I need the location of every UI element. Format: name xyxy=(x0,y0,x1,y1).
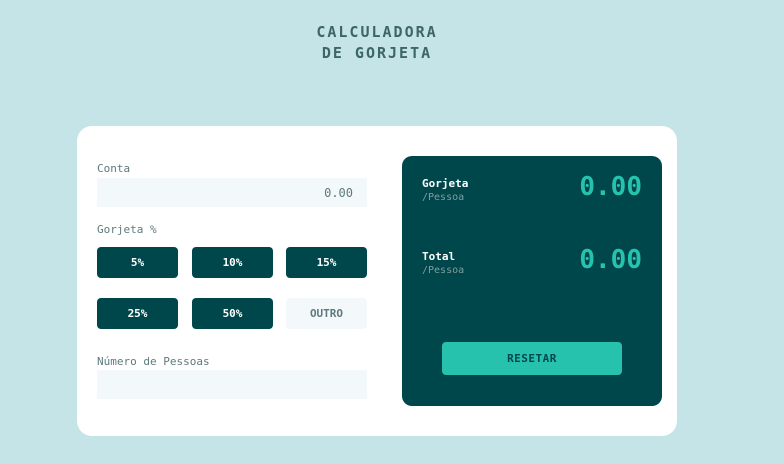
total-title: Total xyxy=(422,250,456,263)
bill-input[interactable] xyxy=(97,178,367,207)
tip-custom-input[interactable] xyxy=(286,298,367,329)
tip-button-50[interactable]: 50% xyxy=(192,298,273,329)
tip-amount-value: 0.00 xyxy=(579,172,642,202)
tip-button-10[interactable]: 10% xyxy=(192,247,273,278)
calculator-card: Conta Gorjeta % 5% 10% 15% 25% 50% Númer… xyxy=(77,126,677,436)
people-label: Número de Pessoas xyxy=(97,355,210,368)
tip-button-5[interactable]: 5% xyxy=(97,247,178,278)
app-logo: CALCULADORA DE GORJETA xyxy=(0,22,754,64)
tip-button-25[interactable]: 25% xyxy=(97,298,178,329)
total-sub: /Pessoa xyxy=(422,265,465,276)
tip-button-15[interactable]: 15% xyxy=(286,247,367,278)
tip-amount-title: Gorjeta xyxy=(422,177,469,190)
tip-amount-sub: /Pessoa xyxy=(422,192,465,203)
page: CALCULADORA DE GORJETA Conta Gorjeta % 5… xyxy=(0,0,784,464)
people-input[interactable] xyxy=(97,370,367,399)
result-panel: Gorjeta /Pessoa 0.00 Total /Pessoa 0.00 … xyxy=(402,156,662,406)
tip-label: Gorjeta % xyxy=(97,223,157,236)
logo-line-2: DE GORJETA xyxy=(321,44,433,62)
bill-label: Conta xyxy=(97,162,131,175)
total-value: 0.00 xyxy=(579,245,642,275)
reset-button[interactable]: RESETAR xyxy=(442,342,622,375)
logo-line-1: CALCULADORA xyxy=(316,23,438,41)
